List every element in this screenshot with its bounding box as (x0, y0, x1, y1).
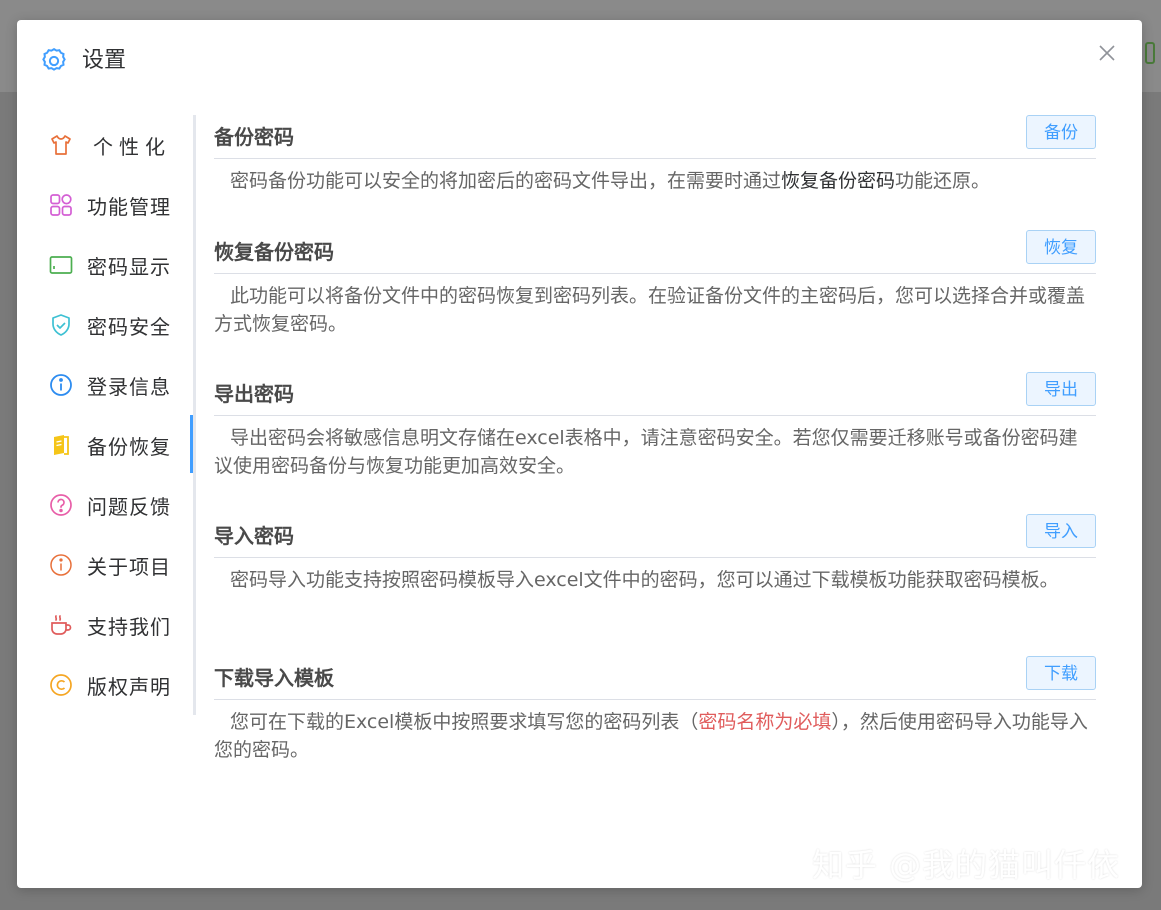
dialog-header: 设置 (17, 20, 1142, 100)
sidebar-item-label: 关于项目 (87, 554, 171, 579)
section-title: 导入密码 (214, 524, 294, 548)
restore-button[interactable]: 恢复 (1026, 230, 1096, 264)
grid-icon (50, 194, 72, 216)
section-title: 恢复备份密码 (214, 240, 334, 264)
about-icon (50, 554, 72, 576)
screen-icon (49, 256, 73, 274)
section-header: 导入密码 导入 (214, 514, 1096, 558)
book-icon (54, 435, 69, 455)
backup-button[interactable]: 备份 (1026, 115, 1096, 149)
coffee-icon (51, 615, 72, 635)
background-window-edge (1145, 42, 1155, 64)
sidebar-item-label: 功能管理 (87, 194, 171, 219)
sidebar-item-copyright[interactable]: 版权声明 (17, 655, 193, 715)
question-icon (50, 494, 72, 516)
sidebar-item-feedback[interactable]: 问题反馈 (17, 475, 193, 535)
section-backup: 备份密码 备份 密码备份功能可以安全的将加密后的密码文件导出，在需要时通过恢复备… (214, 115, 1096, 195)
sidebar-item-security[interactable]: 密码安全 (17, 295, 193, 355)
close-icon[interactable] (1096, 42, 1118, 64)
required-note: 密码名称为必填 (698, 711, 832, 733)
section-title: 备份密码 (214, 125, 294, 149)
section-title: 导出密码 (214, 382, 294, 406)
sidebar-item-display[interactable]: 密码显示 (17, 235, 193, 295)
section-header: 下载导入模板 下载 (214, 656, 1096, 700)
section-restore: 恢复备份密码 恢复 此功能可以将备份文件中的密码恢复到密码列表。在验证备份文件的… (214, 230, 1096, 338)
section-description: 导出密码会将敏感信息明文存储在excel表格中，请注意密码安全。若您仅需要迁移账… (214, 427, 1078, 477)
sidebar-item-label: 支持我们 (87, 614, 171, 639)
shield-icon (52, 314, 70, 336)
desc-text: 密码备份功能可以安全的将加密后的密码文件导出，在需要时通过 (230, 170, 782, 192)
watermark: 知乎 @我的猫叫仟依 (812, 846, 1121, 884)
copyright-icon (50, 674, 72, 696)
sidebar-item-features[interactable]: 功能管理 (17, 175, 193, 235)
section-description: 此功能可以将备份文件中的密码恢复到密码列表。在验证备份文件的主密码后，您可以选择… (214, 285, 1086, 335)
settings-dialog: 设置 个性化 功能管理 密码显示 密码安全 登录信息 备份恢复 问题反馈 关于项… (17, 20, 1142, 888)
export-button[interactable]: 导出 (1026, 372, 1096, 406)
sidebar-item-personalize[interactable]: 个性化 (17, 115, 193, 175)
section-description: 密码导入功能支持按照密码模板导入excel文件中的密码，您可以通过下载模板功能获… (230, 569, 1059, 591)
section-description: 密码备份功能可以安全的将加密后的密码文件导出，在需要时通过恢复备份密码功能还原。 (214, 167, 1096, 195)
sidebar-item-label: 密码显示 (87, 254, 171, 279)
sidebar-item-label: 登录信息 (87, 374, 171, 399)
shirt-icon (51, 135, 71, 155)
settings-sidebar: 个性化 功能管理 密码显示 密码安全 登录信息 备份恢复 问题反馈 关于项目 支… (17, 115, 196, 715)
info-icon (50, 374, 72, 396)
sidebar-item-label: 问题反馈 (87, 494, 171, 519)
section-title: 下载导入模板 (214, 666, 334, 690)
section-description: 您可在下载的Excel模板中按照要求填写您的密码列表（密码名称为必填），然后使用… (214, 708, 1096, 764)
sidebar-item-label: 备份恢复 (87, 434, 171, 459)
gear-icon (42, 47, 66, 71)
download-button[interactable]: 下载 (1026, 656, 1096, 690)
desc-highlight: 恢复备份密码 (781, 170, 896, 192)
section-header: 备份密码 备份 (214, 115, 1096, 159)
sidebar-item-label: 个性化 (93, 134, 171, 159)
section-header: 导出密码 导出 (214, 372, 1096, 416)
section-import: 导入密码 导入 密码导入功能支持按照密码模板导入excel文件中的密码，您可以通… (214, 514, 1096, 594)
sidebar-item-backup[interactable]: 备份恢复 (17, 415, 193, 475)
section-export: 导出密码 导出 导出密码会将敏感信息明文存储在excel表格中，请注意密码安全。… (214, 372, 1096, 480)
sidebar-item-about[interactable]: 关于项目 (17, 535, 193, 595)
desc-text: 您可在下载的Excel模板中按照要求填写您的密码列表（ (230, 711, 699, 733)
dialog-title: 设置 (82, 48, 127, 73)
section-template: 下载导入模板 下载 您可在下载的Excel模板中按照要求填写您的密码列表（密码名… (214, 656, 1096, 764)
import-button[interactable]: 导入 (1026, 514, 1096, 548)
active-indicator (190, 415, 193, 473)
section-header: 恢复备份密码 恢复 (214, 230, 1096, 274)
sidebar-item-support[interactable]: 支持我们 (17, 595, 193, 655)
desc-text: 功能还原。 (895, 170, 991, 192)
sidebar-item-login-info[interactable]: 登录信息 (17, 355, 193, 415)
sidebar-item-label: 版权声明 (87, 674, 171, 699)
sidebar-item-label: 密码安全 (87, 314, 171, 339)
